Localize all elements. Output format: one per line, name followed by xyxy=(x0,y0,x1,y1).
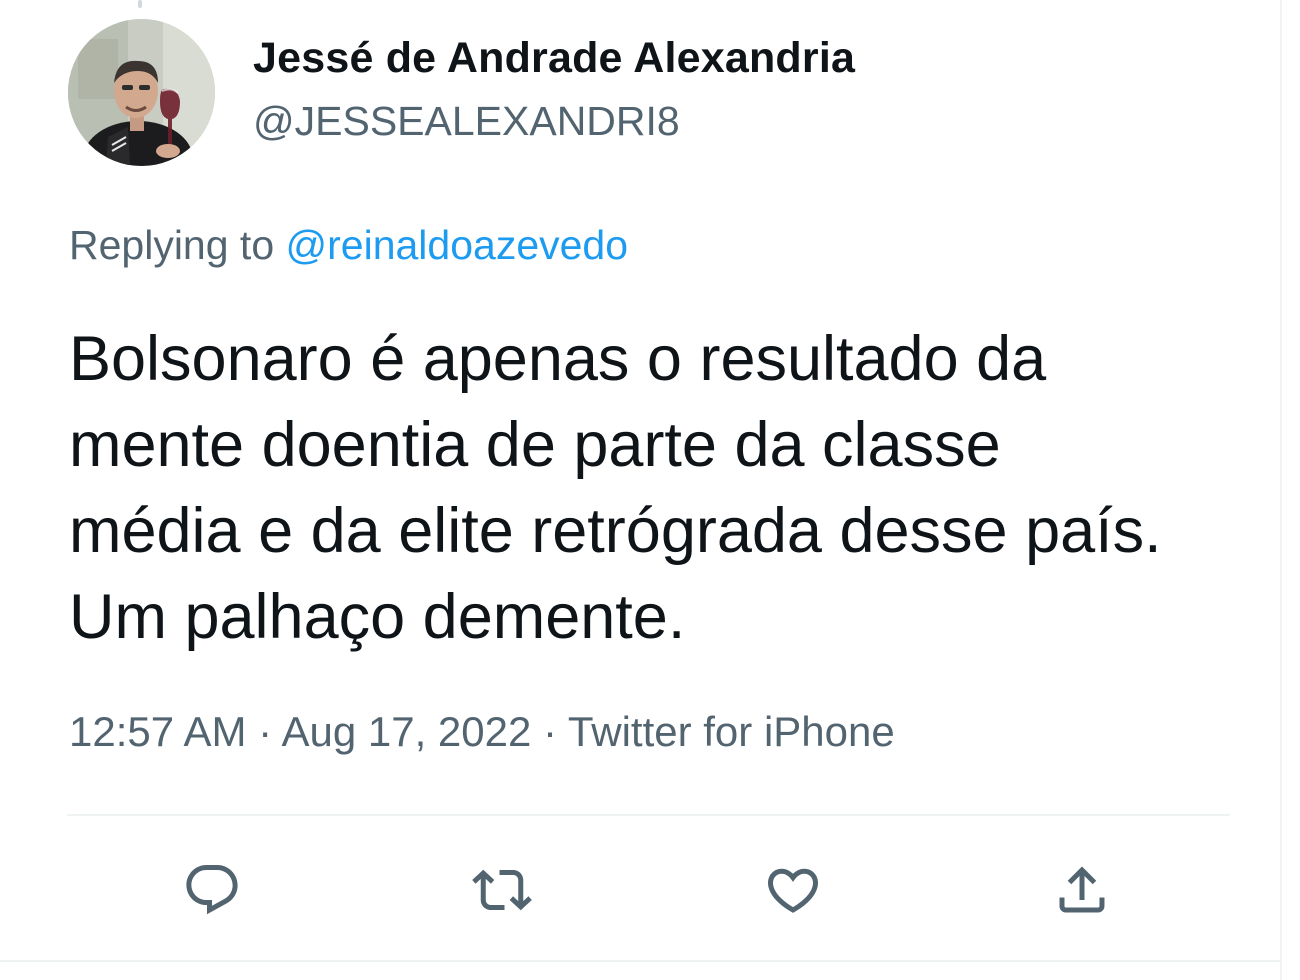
share-icon xyxy=(1059,866,1105,913)
author-handle[interactable]: @JESSEALEXANDRI8 xyxy=(253,98,680,145)
retweet-icon xyxy=(472,869,532,911)
avatar-image xyxy=(68,19,215,166)
tweet-text: Bolsonaro é apenas o resultado da mente … xyxy=(69,324,1162,652)
avatar[interactable] xyxy=(68,19,215,166)
divider xyxy=(67,814,1230,816)
right-border xyxy=(1280,0,1282,980)
retweet-button[interactable] xyxy=(470,858,534,922)
bottom-border xyxy=(0,960,1282,962)
thread-connector-line xyxy=(138,0,142,8)
author-display-name[interactable]: Jessé de Andrade Alexandria xyxy=(253,34,855,83)
heart-icon xyxy=(767,868,819,913)
reply-mention-link[interactable]: @reinaldoazevedo xyxy=(286,222,629,268)
reply-button[interactable] xyxy=(180,858,244,922)
tweet-timestamp-source[interactable]: 12:57 AM · Aug 17, 2022 · Twitter for iP… xyxy=(69,708,895,756)
replying-to-prefix: Replying to xyxy=(69,222,286,268)
reply-icon xyxy=(186,865,238,915)
share-button[interactable] xyxy=(1050,858,1114,922)
tweet-detail: Jessé de Andrade Alexandria @JESSEALEXAN… xyxy=(0,0,1300,980)
replying-to: Replying to @reinaldoazevedo xyxy=(69,222,628,269)
like-button[interactable] xyxy=(761,858,825,922)
